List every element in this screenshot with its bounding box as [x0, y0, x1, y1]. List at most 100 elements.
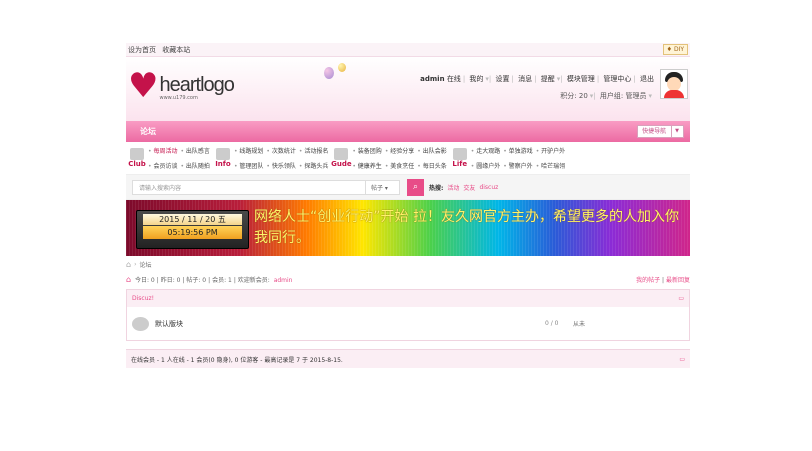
category-link[interactable]: 健康养生: [352, 161, 382, 170]
quick-nav-label: 快捷导航: [642, 128, 667, 135]
forum-category-title[interactable]: Discuz!: [132, 295, 154, 302]
home-icon[interactable]: ⌂: [126, 260, 131, 269]
logo-name: heartlogo: [159, 74, 234, 96]
points-menu[interactable]: 积分: 20: [560, 92, 588, 100]
home-icon: ⌂: [126, 274, 132, 284]
category-link[interactable]: 单独游戏: [503, 146, 533, 155]
main-nav: 论坛 快捷导航 ▼: [126, 121, 690, 142]
online-status: 在线: [446, 75, 461, 83]
category-label[interactable]: Life: [449, 160, 471, 168]
category-link[interactable]: 次数统计: [266, 146, 296, 155]
site-logo[interactable]: ♥ heartlogo www.u179.com: [128, 66, 235, 106]
stat-yesterday: 昨日: 0: [160, 276, 181, 284]
admin-center-link[interactable]: 管理中心: [603, 75, 631, 83]
breadcrumb-current[interactable]: 论坛: [139, 260, 151, 269]
category-info: Info 线路规划 次数统计 活动报名 管理团队 快乐领队 探路头兵: [212, 146, 328, 170]
hot-search-label: 热搜:: [429, 184, 444, 192]
category-link[interactable]: 出队会影: [417, 146, 447, 155]
category-link[interactable]: 会员访谈: [148, 161, 177, 170]
category-link[interactable]: 快乐领队: [266, 161, 296, 170]
my-menu[interactable]: 我的: [469, 75, 483, 83]
category-link[interactable]: 线路规划: [234, 146, 263, 155]
category-gude: Gude 装备团购 经验分享 出队会影 健康养生 美食烹任 每日头条: [330, 146, 447, 170]
category-link[interactable]: 哈芒瑞翎: [536, 161, 565, 170]
top-bar: 设为首页 收藏本站 ♦ DIY: [126, 43, 690, 57]
category-link[interactable]: 走大观路: [471, 146, 500, 155]
search-input[interactable]: 请输入搜索内容: [132, 179, 366, 195]
category-link[interactable]: 出队随拍: [180, 161, 210, 170]
category-link[interactable]: 活动报名: [299, 146, 328, 155]
logout-link[interactable]: 退出: [640, 75, 654, 83]
balloon-decoration: [324, 63, 354, 83]
hot-search-item[interactable]: 交友: [463, 183, 475, 192]
nav-forum-tab[interactable]: 论坛: [140, 126, 156, 137]
category-link[interactable]: 圆缘户外: [471, 161, 500, 170]
category-link[interactable]: 警察户外: [503, 161, 533, 170]
category-label[interactable]: Gude: [330, 160, 352, 168]
settings-link[interactable]: 设置: [496, 75, 510, 83]
user-group-menu[interactable]: 用户组: 管理员: [600, 92, 647, 100]
club-icon: [130, 148, 144, 160]
messages-link[interactable]: 消息: [518, 75, 532, 83]
module-manage-link[interactable]: 模块管理: [567, 75, 595, 83]
my-posts-link[interactable]: 我的帖子: [636, 277, 660, 284]
latest-reply-link[interactable]: 最新回复: [666, 277, 690, 284]
reminders-link[interactable]: 提醒: [541, 75, 555, 83]
board-link[interactable]: 默认版块: [155, 319, 545, 329]
forum-stats: ⌂ 今日: 0 | 昨日: 0 | 帖子: 0 | 会员: 1 | 欢迎新会员: adm…: [126, 274, 690, 284]
balloon-icon: [338, 63, 346, 72]
new-member-link[interactable]: admin: [274, 277, 293, 284]
stat-today: 今日: 0: [135, 276, 155, 284]
hot-search-item[interactable]: discuz: [479, 184, 498, 191]
search-icon: ⌕: [412, 181, 419, 192]
collapse-icon[interactable]: ▭: [678, 295, 684, 302]
username-link[interactable]: admin: [420, 75, 444, 83]
expand-icon[interactable]: ▭: [679, 356, 685, 363]
diy-button[interactable]: ♦ DIY: [662, 44, 688, 55]
category-bar: Club 每周活动 出队感言 会员访谈 出队随拍 Info 线路规划 次数统计 …: [126, 142, 690, 175]
search-button[interactable]: ⌕: [407, 178, 424, 196]
quick-nav-button[interactable]: 快捷导航 ▼: [637, 125, 684, 138]
category-link[interactable]: 每日头条: [417, 161, 447, 170]
category-link[interactable]: 每周活动: [148, 146, 177, 155]
clock-widget: 2015 / 11 / 20 五 05:19:56 PM: [136, 210, 249, 249]
forum-page: 设为首页 收藏本站 ♦ DIY ♥ heartlogo www.u179.com…: [126, 43, 690, 368]
category-link[interactable]: 开驴户外: [536, 146, 565, 155]
category-label[interactable]: Club: [126, 160, 148, 168]
board-counts: 0 / 0: [545, 320, 559, 327]
chat-bubble-icon: [132, 316, 149, 331]
chevron-down-icon: ▼: [671, 126, 679, 137]
search-type-label: 帖子: [371, 184, 384, 192]
board-last-post: 从未: [573, 321, 586, 328]
clock-time: 05:19:56 PM: [143, 226, 242, 239]
avatar[interactable]: [660, 69, 688, 99]
category-link[interactable]: 管理团队: [234, 161, 263, 170]
search-bar: 请输入搜索内容 帖子 ▾ ⌕ 热搜: 活动 交友 discuz: [126, 175, 690, 200]
category-link[interactable]: 美食烹任: [385, 161, 414, 170]
bookmark-link[interactable]: 收藏本站: [162, 46, 190, 54]
user-nav: admin 在线 | 我的 ▾| 设置 | 消息 | 提醒 ▾| 模块管理 | 管理中心 | …: [420, 75, 654, 100]
category-label[interactable]: Info: [212, 160, 234, 168]
forum-row: 默认版块 0 / 0 从未: [127, 307, 689, 340]
welcome-label: 欢迎新会员:: [237, 276, 272, 284]
balloon-icon: [324, 67, 334, 79]
search-type-select[interactable]: 帖子 ▾: [366, 179, 400, 195]
banner-text: 网络人士“创业行动”开始 拉！友久网官方主办，希望更多的人加入你我同行。: [254, 209, 679, 246]
stat-posts: 帖子: 0: [186, 276, 207, 284]
category-life: Life 走大观路 单独游戏 开驴户外 圆缘户外 警察户外 哈芒瑞翎: [449, 146, 565, 170]
breadcrumb: ⌂ › 论坛: [126, 259, 152, 269]
set-home-link[interactable]: 设为首页: [128, 46, 156, 54]
hot-search-item[interactable]: 活动: [447, 183, 459, 192]
category-link[interactable]: 装备团购: [352, 146, 382, 155]
heart-logo-icon: ♥: [128, 66, 159, 106]
site-header: ♥ heartlogo www.u179.com admin 在线 | 我的 ▾| …: [126, 57, 690, 121]
info-icon: [215, 148, 230, 160]
category-link[interactable]: 经验分享: [385, 146, 414, 155]
stat-members: 会员: 1: [212, 276, 232, 284]
promo-banner[interactable]: 2015 / 11 / 20 五 05:19:56 PM 网络人士“创业行动”开…: [126, 200, 690, 256]
category-link[interactable]: 出队感言: [180, 146, 210, 155]
clock-date: 2015 / 11 / 20 五: [143, 214, 242, 225]
category-link[interactable]: 探路头兵: [299, 161, 328, 170]
forum-category-box: Discuz! ▭ 默认版块 0 / 0 从未: [126, 289, 690, 341]
diy-label: DIY: [673, 46, 684, 53]
